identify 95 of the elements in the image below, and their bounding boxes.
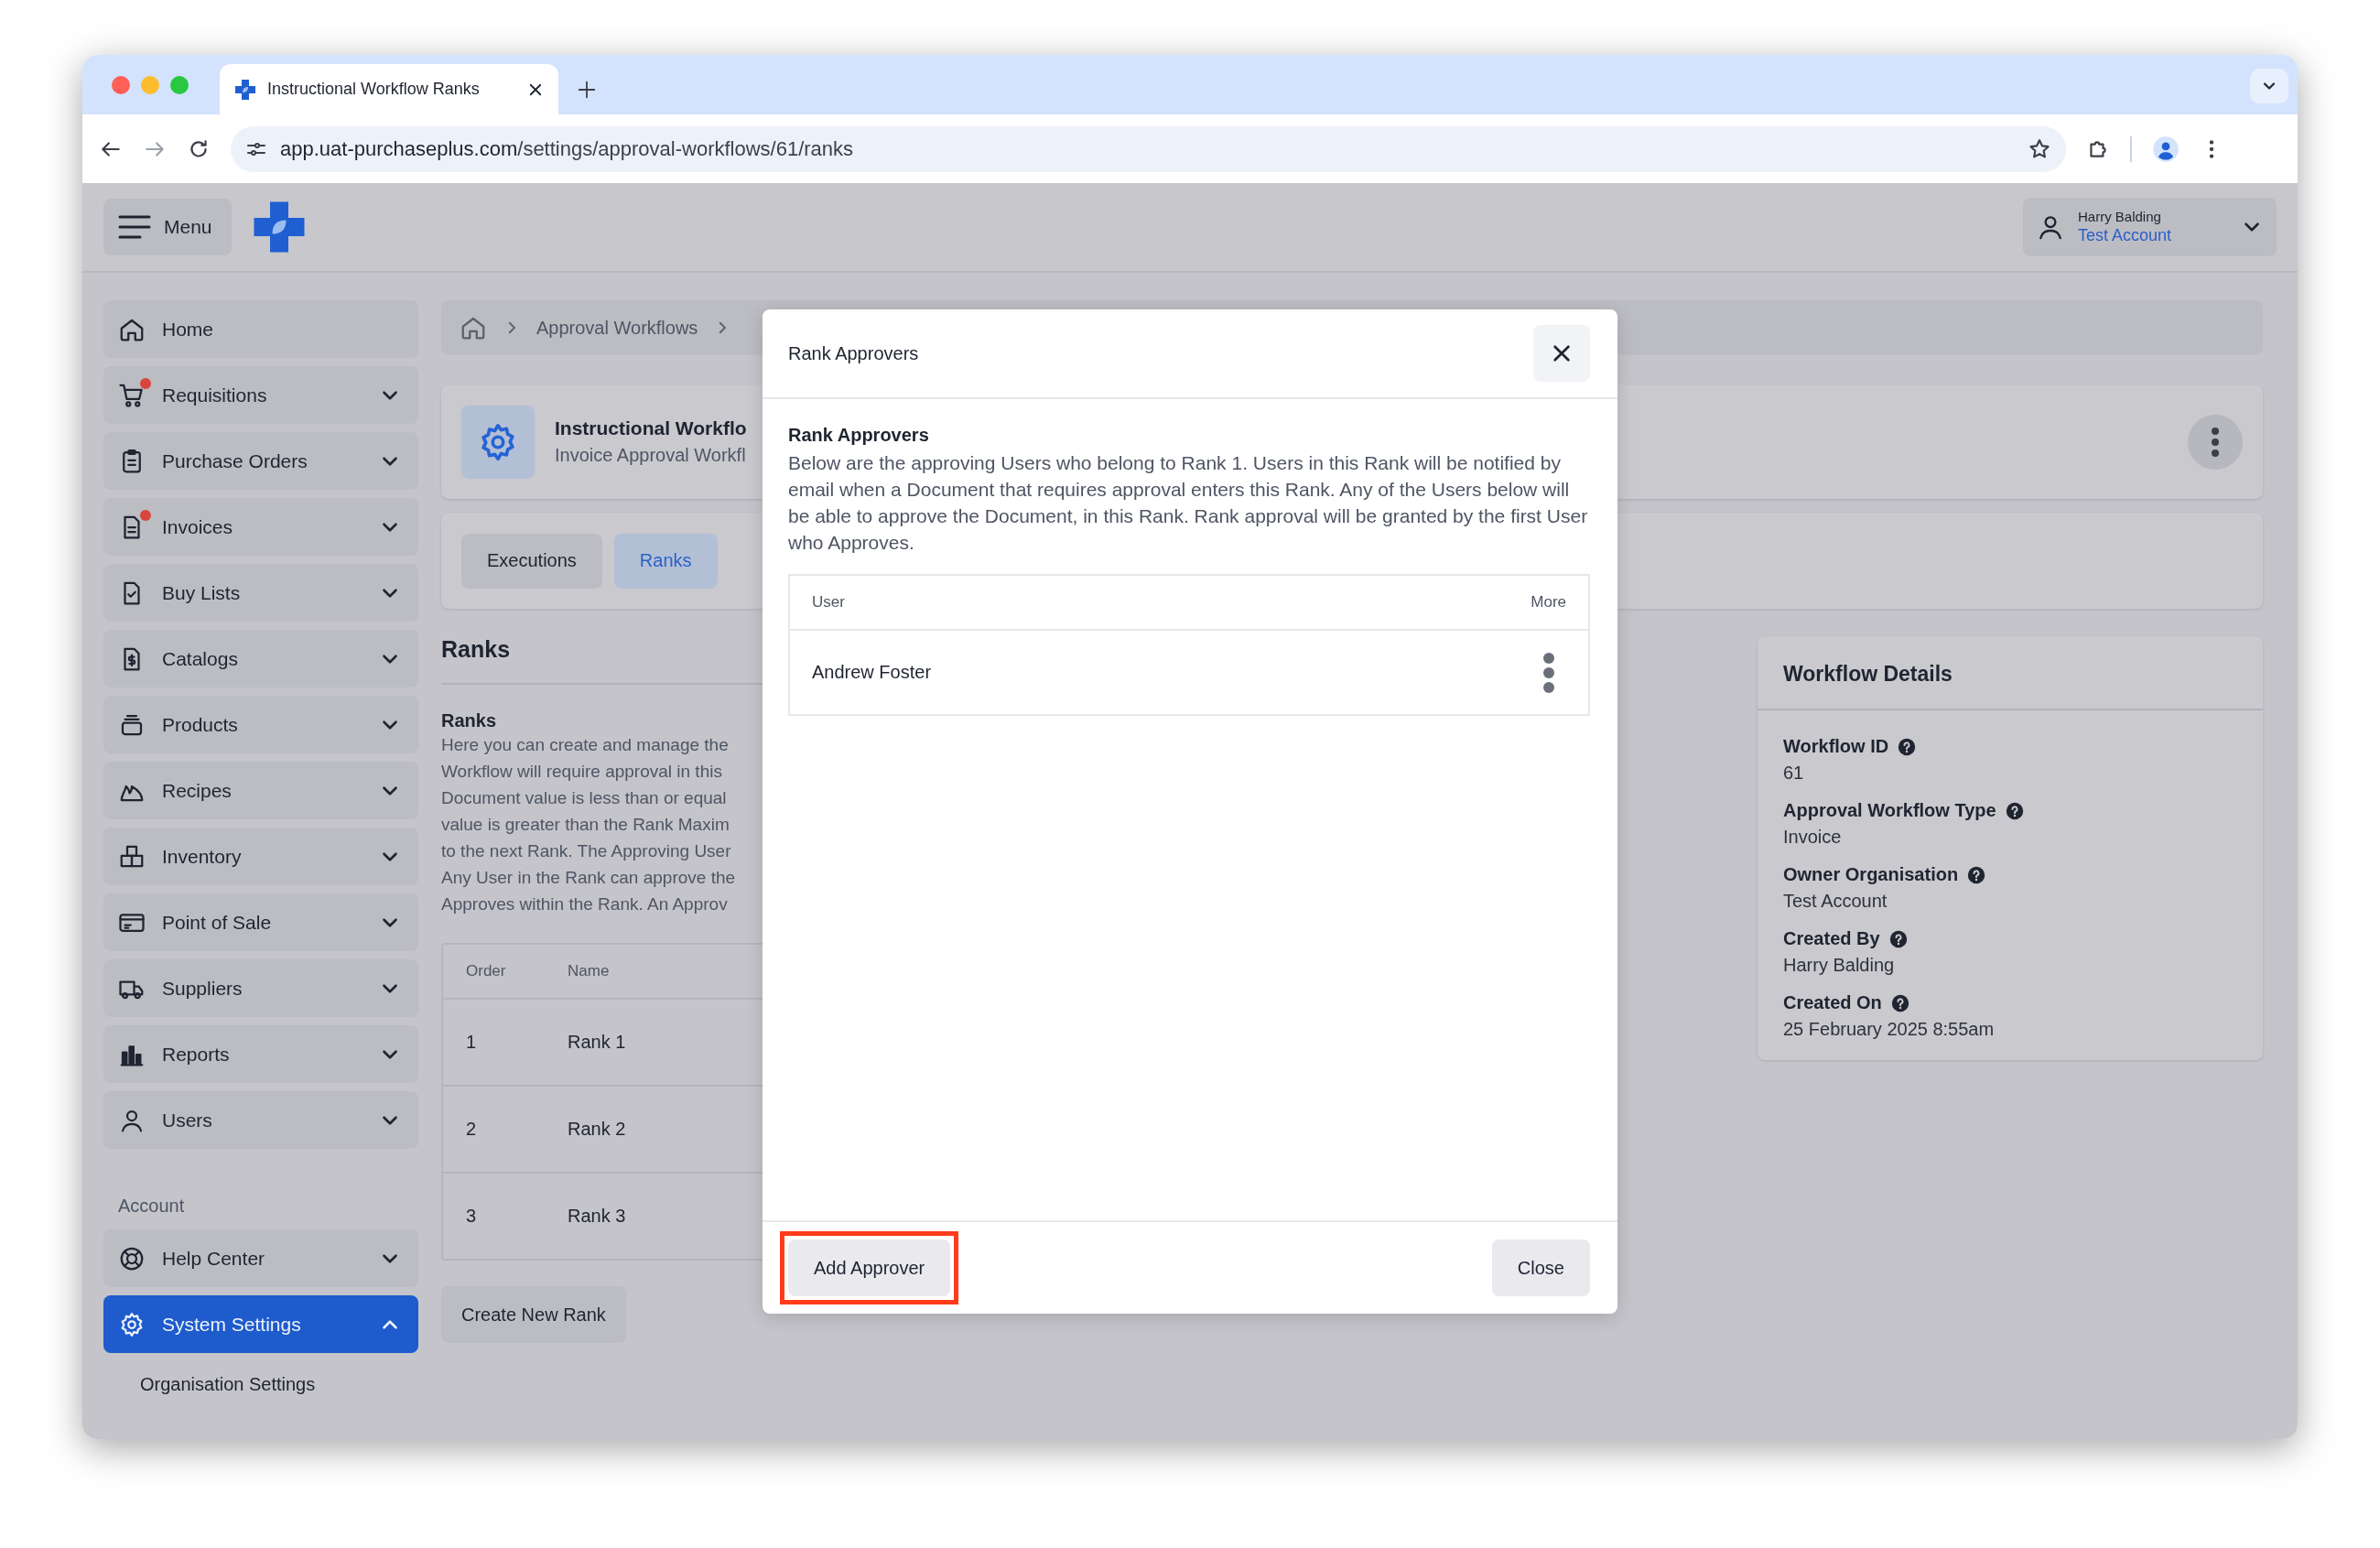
user-name: Harry Balding: [2078, 209, 2162, 224]
sidebar-label: Purchase Orders: [162, 449, 308, 472]
sidebar-label: Catalogs: [162, 647, 239, 670]
sidebar-item[interactable]: Recipes: [103, 762, 418, 819]
sidebar-label: Help Center: [162, 1247, 266, 1270]
help-icon[interactable]: [1888, 929, 1908, 948]
description: Below are the approving Users who belong to Rank 1. Users in this Rank will be notified by email when a Document that requires approval enters this Rank. Any of the Users below will be able to approve the Document, in this Rank. Rank approval will be granted by the first User who Approves.: [788, 451, 1589, 555]
description-line: Approves within the Rank. An Approv: [441, 893, 729, 915]
sidebar-label: Requisitions: [162, 384, 268, 406]
address-bar[interactable]: app.uat-purchaseplus.com/settings/approval-workflows/61/ranks: [231, 125, 2066, 172]
sidebar-item[interactable]: Invoices: [103, 498, 418, 556]
sidebar-item[interactable]: Users: [103, 1091, 418, 1149]
create-rank-button[interactable]: Create New Rank: [441, 1286, 626, 1343]
kebab-icon[interactable]: [1542, 651, 1555, 694]
table-cell-text: 3: [465, 1206, 478, 1227]
add-approver-button[interactable]: Add Approver: [788, 1239, 951, 1296]
tab-title: Instructional Workflow Ranks: [267, 80, 481, 99]
sidebar-item[interactable]: Purchase Orders: [103, 432, 418, 490]
favicon-icon: [234, 78, 256, 101]
description-line: Workflow will require approval in this: [441, 761, 723, 783]
table-cell: Rank 3: [568, 1206, 626, 1227]
field-label: Workflow ID: [1783, 736, 1889, 757]
close-button[interactable]: [1533, 325, 1590, 382]
table-cell: Rank 1: [568, 1032, 626, 1053]
sidebar-subitem[interactable]: Organisation Settings: [103, 1361, 418, 1395]
workflow-title: Instructional Workflo: [555, 417, 747, 439]
help-icon[interactable]: [1898, 737, 1917, 756]
sidebar-item[interactable]: System Settings: [103, 1295, 418, 1353]
column-header: User: [812, 593, 845, 612]
description-line: Any User in the Rank can approve the: [441, 867, 737, 889]
account-name: Test Account: [2078, 226, 2173, 245]
table-cell-text: 2: [465, 1119, 478, 1140]
sidebar-label: Recipes: [162, 779, 233, 802]
field-value: Test Account: [1783, 891, 1888, 912]
help-icon[interactable]: [1967, 865, 1986, 884]
sidebar-label: System Settings: [162, 1313, 302, 1336]
sidebar-item[interactable]: Reports: [103, 1025, 418, 1083]
sidebar-item[interactable]: Buy Lists: [103, 564, 418, 622]
table-cell: Andrew Foster: [812, 662, 932, 683]
table-cell-text: 1: [465, 1032, 478, 1053]
sidebar-item[interactable]: Help Center: [103, 1229, 418, 1287]
description-line: to the next Rank. The Approving User: [441, 840, 732, 862]
tab-search-button[interactable]: [2250, 69, 2288, 103]
tab[interactable]: Executions: [461, 533, 602, 589]
kebab-icon: [2211, 426, 2220, 458]
sidebar-label: Home: [162, 318, 215, 341]
field-value: 25 February 2025 8:55am: [1783, 1019, 1996, 1040]
field-value: 61: [1783, 763, 1805, 784]
sidebar-item[interactable]: Point of Sale: [103, 893, 418, 951]
section-label: Account: [118, 1196, 186, 1217]
profile-icon[interactable]: [2152, 135, 2180, 163]
url-text: app.uat-purchaseplus.com/settings/approval-workflows/61/ranks: [280, 136, 855, 161]
table-cell: Rank 2: [568, 1119, 626, 1140]
sidebar-label: Inventory: [162, 845, 243, 868]
section-title: Rank Approvers: [788, 425, 930, 446]
sidebar-item[interactable]: Requisitions: [103, 366, 418, 424]
sidebar-label: Products: [162, 713, 239, 736]
workflow-subtitle: Invoice Approval Workfl: [555, 445, 747, 466]
field-value: Invoice: [1783, 827, 1843, 848]
description-line: Document value is less than or equal: [441, 787, 728, 809]
sidebar-item[interactable]: Home: [103, 300, 418, 358]
sidebar-label: Reports: [162, 1043, 231, 1066]
field-label: Created On: [1783, 992, 1882, 1013]
sidebar-label: Users: [162, 1109, 213, 1131]
help-icon[interactable]: [1890, 993, 1909, 1012]
sidebar-item[interactable]: Inventory: [103, 828, 418, 885]
close-icon: [1552, 343, 1572, 363]
sidebar-label: Point of Sale: [162, 911, 273, 934]
intro-title: Ranks: [441, 710, 498, 731]
breadcrumb-link[interactable]: Approval Workflows: [536, 317, 698, 339]
field-label: Owner Organisation: [1783, 864, 1959, 885]
sidebar-label: Suppliers: [162, 977, 243, 1000]
field-label: Created By: [1783, 928, 1880, 949]
card-title: Workflow Details: [1758, 636, 2263, 710]
menu-button[interactable]: Menu: [103, 199, 232, 255]
menu-icon: [118, 214, 151, 240]
column-header: Name: [568, 962, 610, 980]
description-line: Here you can create and manage the: [441, 734, 730, 756]
help-icon[interactable]: [2005, 801, 2024, 820]
browser-tab[interactable]: Instructional Workflow Ranks: [220, 64, 558, 114]
sidebar-item[interactable]: Catalogs: [103, 630, 418, 687]
sidebar-item[interactable]: Suppliers: [103, 959, 418, 1017]
sidebar-item[interactable]: Products: [103, 696, 418, 753]
field-label: Approval Workflow Type: [1783, 800, 1996, 821]
column-header: More: [1531, 593, 1566, 612]
description-line: value is greater than the Rank Maxim: [441, 814, 730, 836]
new-tab-icon[interactable]: [577, 80, 597, 100]
sidebar-label: Invoices: [162, 515, 234, 538]
sidebar-label: Buy Lists: [162, 581, 242, 604]
dialog-title: Rank Approvers: [788, 342, 920, 364]
column-header: Order: [465, 962, 507, 980]
close-button[interactable]: Close: [1491, 1239, 1590, 1296]
account-switcher[interactable]: Harry Balding Test Account: [2023, 198, 2277, 256]
field-value: Harry Balding: [1783, 955, 1896, 976]
logo: [252, 200, 307, 254]
